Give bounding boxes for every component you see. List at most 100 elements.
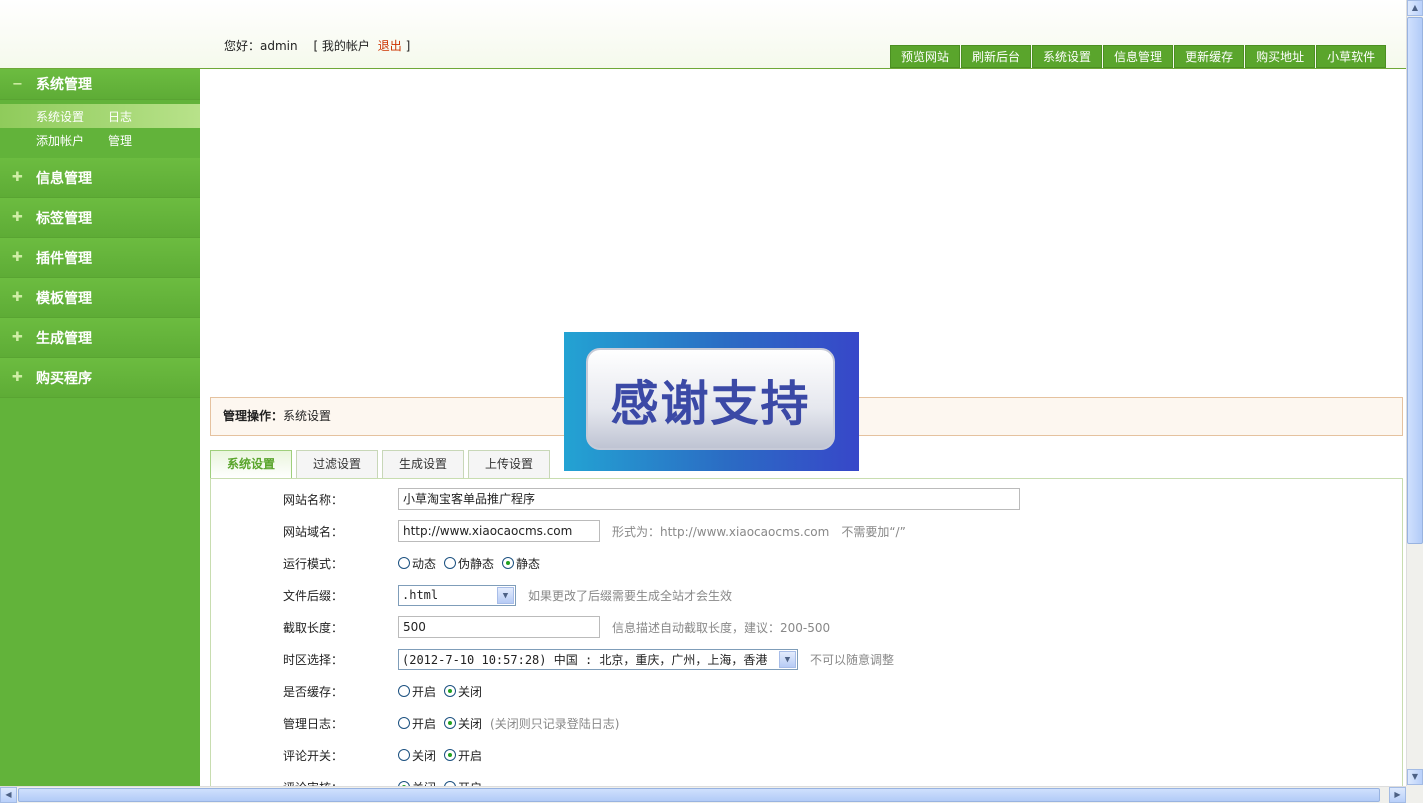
sidebar-item-manage[interactable]: 管理 (108, 132, 132, 149)
chevron-down-icon[interactable]: ▼ (497, 586, 514, 604)
horizontal-scrollbar[interactable]: ◀ ▶ (0, 786, 1406, 803)
radio-label: 静态 (516, 556, 541, 571)
file-suffix-select[interactable]: .html ▼ (398, 584, 516, 606)
banner-plate: 感谢支持 (586, 348, 835, 450)
breadcrumb-value: 系统设置 (283, 409, 332, 423)
banner-text: 感谢支持 (610, 376, 811, 432)
thanks-banner: 感谢支持 (564, 332, 859, 471)
radio-circle (444, 557, 457, 569)
comment-off-radio[interactable]: 关闭 (398, 747, 436, 764)
tab-upload-settings[interactable]: 上传设置 (468, 450, 551, 478)
bracket-close: ] (405, 39, 411, 53)
site-domain-hint: 形式为：http://www.xiaocaocms.com (612, 524, 830, 539)
sidebar-group-label: 系统管理 (36, 77, 92, 93)
cache-on-radio[interactable]: 开启 (398, 683, 436, 700)
radio-circle (398, 685, 410, 697)
settings-tabs: 系统设置 过滤设置 生成设置 上传设置 (210, 450, 554, 478)
chevron-down-icon[interactable]: ▼ (779, 650, 796, 668)
breadcrumb-label: 管理操作： (223, 409, 284, 423)
comment-on-radio[interactable]: 开启 (444, 747, 482, 764)
row-timezone: 时区选择： (2012-7-10 10:57:28) 中国 : 北京，重庆，广州… (211, 646, 1401, 672)
sidebar-item-log[interactable]: 日志 (108, 108, 132, 125)
sidebar-group-plugins[interactable]: ✚ 插件管理 (0, 238, 200, 278)
run-mode-static-radio[interactable]: 静态 (502, 555, 540, 572)
minus-icon: − (12, 76, 23, 92)
sidebar-item-system-settings[interactable]: 系统设置 (36, 108, 84, 125)
run-mode-dynamic-radio[interactable]: 动态 (398, 555, 436, 572)
site-name-label: 网站名称： (283, 492, 344, 507)
sidebar-group-info[interactable]: ✚ 信息管理 (0, 158, 200, 198)
radio-label: 开启 (412, 684, 437, 699)
radio-circle (444, 717, 457, 729)
plus-icon: ✚ (12, 330, 23, 345)
radio-circle (444, 749, 457, 761)
scroll-right-icon[interactable]: ▶ (1389, 787, 1406, 803)
nav-update-cache[interactable]: 更新缓存 (1174, 45, 1245, 68)
top-nav: 预览网站 刷新后台 系统设置 信息管理 更新缓存 购买地址 小草软件 (890, 45, 1387, 68)
logout-link[interactable]: 退出 (378, 39, 402, 53)
cut-length-input[interactable]: 500 (398, 616, 600, 638)
comment-label: 评论开关： (283, 748, 344, 763)
radio-label: 关闭 (412, 748, 437, 763)
admin-log-on-radio[interactable]: 开启 (398, 715, 436, 732)
scroll-left-icon[interactable]: ◀ (0, 787, 17, 803)
my-account-link[interactable]: [ 我的帐户 (313, 39, 370, 53)
cut-length-hint: 信息描述自动截取长度，建议：200-500 (612, 620, 831, 635)
tab-system-settings[interactable]: 系统设置 (210, 450, 293, 478)
admin-log-label: 管理日志： (283, 716, 344, 731)
sidebar-group-system[interactable]: − 系统管理 (0, 69, 200, 100)
site-domain-input[interactable]: http://www.xiaocaocms.com (398, 520, 600, 542)
admin-log-off-radio[interactable]: 关闭 (444, 715, 482, 732)
sidebar-subrow: 系统设置 日志 (0, 104, 200, 128)
plus-icon: ✚ (12, 250, 23, 265)
row-run-mode: 运行模式： 动态 伪静态 静态 (211, 550, 1401, 576)
run-mode-label: 运行模式： (283, 556, 344, 571)
tab-filter-settings[interactable]: 过滤设置 (296, 450, 379, 478)
site-domain-label: 网站域名： (283, 524, 344, 539)
plus-icon: ✚ (12, 170, 23, 185)
sidebar-item-add-account[interactable]: 添加帐户 (36, 132, 84, 149)
timezone-hint: 不可以随意调整 (810, 652, 895, 667)
nav-buy-address[interactable]: 购买地址 (1245, 45, 1316, 68)
site-name-input[interactable]: 小草淘宝客单品推广程序 (398, 488, 1020, 510)
radio-circle (444, 685, 457, 697)
timezone-label: 时区选择： (283, 652, 344, 667)
plus-icon: ✚ (12, 210, 23, 225)
sidebar-group-label: 购买程序 (36, 370, 92, 387)
sidebar-group-tags[interactable]: ✚ 标签管理 (0, 198, 200, 238)
scroll-thumb[interactable] (18, 788, 1380, 802)
sidebar-group-purchase[interactable]: ✚ 购买程序 (0, 358, 200, 398)
row-site-name: 网站名称： 小草淘宝客单品推广程序 (211, 486, 1401, 512)
nav-xiaocao-software[interactable]: 小草软件 (1316, 45, 1387, 68)
admin-log-hint: (关闭则只记录登陆日志) (490, 716, 620, 731)
greeting-text: 您好：admin (224, 39, 298, 53)
cut-length-label: 截取长度： (283, 620, 344, 635)
nav-info-management[interactable]: 信息管理 (1103, 45, 1174, 68)
row-site-domain: 网站域名： http://www.xiaocaocms.com 形式为：http… (211, 518, 1401, 544)
radio-circle (398, 717, 410, 729)
vertical-scrollbar[interactable]: ▲ ▼ (1406, 0, 1423, 786)
cache-off-radio[interactable]: 关闭 (444, 683, 482, 700)
nav-system-settings[interactable]: 系统设置 (1032, 45, 1103, 68)
radio-circle (398, 557, 410, 569)
sidebar-group-label: 模板管理 (36, 290, 92, 307)
sidebar-subitems: 系统设置 日志 添加帐户 管理 (0, 100, 200, 158)
scroll-corner (1406, 786, 1423, 803)
scroll-thumb[interactable] (1407, 17, 1423, 544)
tab-generate-settings[interactable]: 生成设置 (382, 450, 465, 478)
sidebar-group-label: 标签管理 (36, 210, 92, 227)
nav-preview-site[interactable]: 预览网站 (890, 45, 961, 68)
plus-icon: ✚ (12, 370, 23, 385)
scroll-up-icon[interactable]: ▲ (1407, 0, 1423, 16)
sidebar-group-label: 信息管理 (36, 170, 92, 187)
file-suffix-value: .html (402, 588, 439, 602)
sidebar: − 系统管理 系统设置 日志 添加帐户 管理 ✚ 信息管理 ✚ 标签管理 ✚ 插… (0, 69, 200, 786)
sidebar-group-generate[interactable]: ✚ 生成管理 (0, 318, 200, 358)
sidebar-group-templates[interactable]: ✚ 模板管理 (0, 278, 200, 318)
row-comment: 评论开关： 关闭 开启 (211, 742, 1401, 768)
radio-label: 关闭 (458, 684, 483, 699)
timezone-select[interactable]: (2012-7-10 10:57:28) 中国 : 北京，重庆，广州，上海，香港… (398, 648, 798, 670)
scroll-down-icon[interactable]: ▼ (1407, 769, 1423, 785)
nav-refresh-admin[interactable]: 刷新后台 (961, 45, 1032, 68)
run-mode-pseudo-static-radio[interactable]: 伪静态 (444, 555, 494, 572)
